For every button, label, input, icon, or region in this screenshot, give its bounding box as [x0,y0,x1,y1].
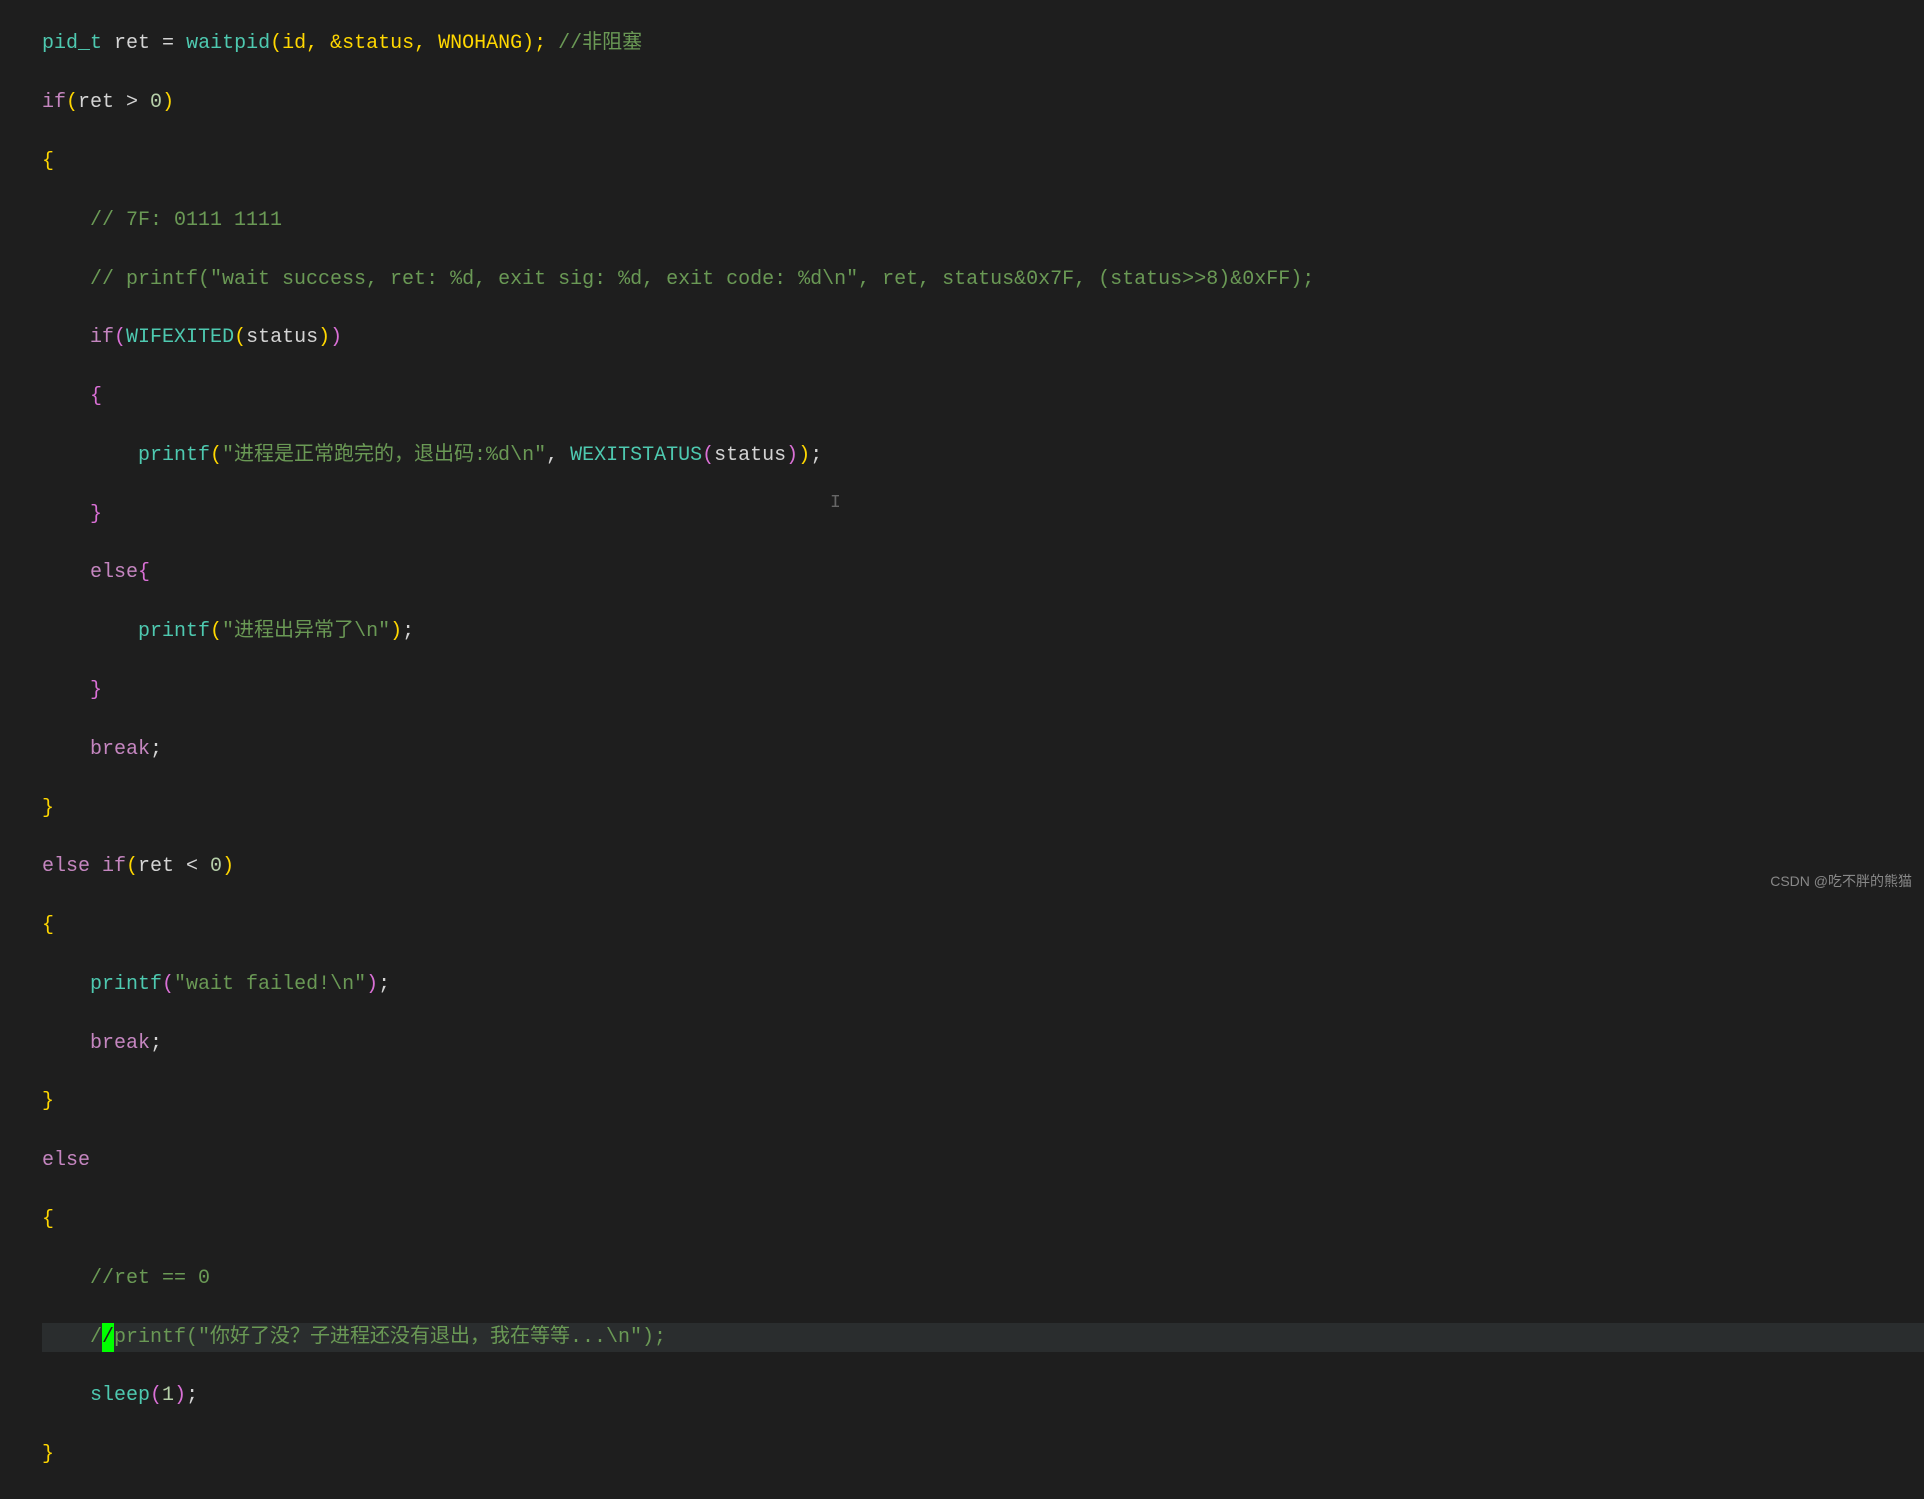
function-call: sleep [90,1384,150,1407]
watermark-text: CSDN @吃不胖的熊猫 [1770,871,1912,892]
function-call: printf [138,444,210,467]
break-keyword: break [90,738,150,761]
text-cursor: / [102,1323,114,1352]
function-call: printf [90,973,162,996]
code-editor[interactable]: pid_t ret = waitpid(id, &status, WNOHANG… [0,0,1924,1499]
code-line: printf("进程是正常跑完的，退出码:%d\n", WEXITSTATUS(… [42,441,1924,470]
code-line: { [42,1205,1924,1234]
code-line: } [42,500,1924,529]
code-line: //ret == 0 [42,1264,1924,1293]
function-call: waitpid [186,32,270,55]
string-literal: "wait failed! [174,973,330,996]
string-literal: "进程是正常跑完的，退出码:%d [222,444,510,467]
macro-call: WIFEXITED [126,326,234,349]
code-line: { [42,382,1924,411]
code-line: } [42,1440,1924,1469]
code-line: // 7F: 0111 1111 [42,206,1924,235]
code-line: pid_t ret = waitpid(id, &status, WNOHANG… [42,29,1924,58]
comment: //ret == 0 [42,1267,210,1290]
string-literal: "进程出异常了 [222,620,354,643]
code-line-active: //printf("你好了没？子进程还没有退出，我在等等...\n"); [42,1323,1924,1352]
comment: // 7F: 0111 1111 [42,209,282,232]
comment: // printf("wait success, ret: %d, exit s… [42,268,1314,291]
code-line: if(WIFEXITED(status)) [42,323,1924,352]
code-line: else [42,1146,1924,1175]
macro-call: WEXITSTATUS [570,444,702,467]
function-call: printf [138,620,210,643]
code-line: printf("进程出异常了\n"); [42,617,1924,646]
code-line: sleep(1); [42,1381,1924,1410]
code-line: } [42,1087,1924,1116]
code-line: } [42,794,1924,823]
comment: //非阻塞 [546,32,642,55]
ibeam-cursor-icon: I [830,490,841,516]
code-line: } [42,676,1924,705]
code-line: break; [42,735,1924,764]
code-line: if(ret > 0) [42,88,1924,117]
variable: ret [114,32,150,55]
code-line: break; [42,1029,1924,1058]
code-line: printf("wait failed!\n"); [42,970,1924,999]
code-line: else{ [42,558,1924,587]
code-line: else if(ret < 0) [42,852,1924,881]
comment: printf("你好了没？子进程还没有退出，我在等等...\n"); [114,1326,666,1349]
code-line: { [42,911,1924,940]
code-line: { [42,147,1924,176]
break-keyword: break [90,1032,150,1055]
code-line: // printf("wait success, ret: %d, exit s… [42,265,1924,294]
else-keyword: else [42,1149,90,1172]
type-keyword: pid_t [42,32,102,55]
